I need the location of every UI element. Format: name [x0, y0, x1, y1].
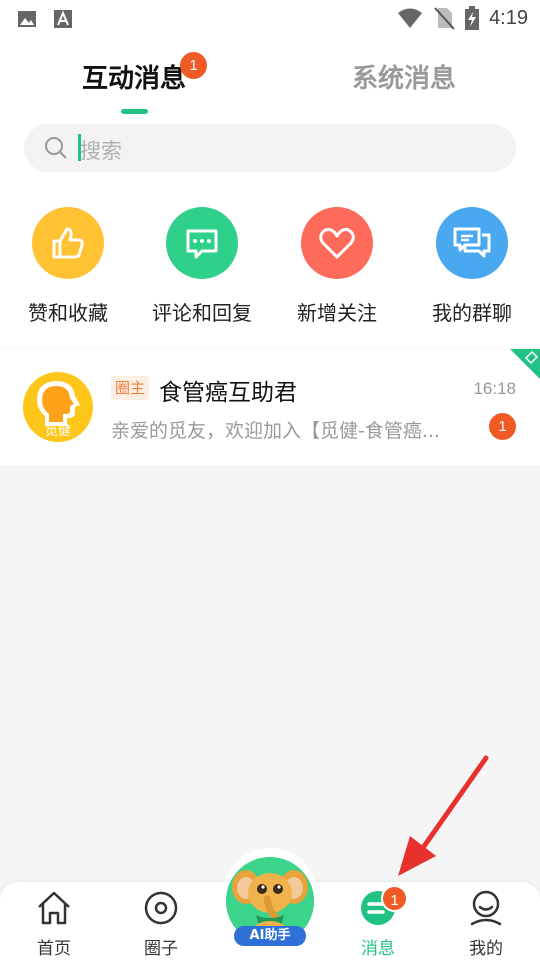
annotation-arrow [398, 755, 489, 876]
avatar-text: 觅健 [44, 424, 71, 439]
action-label: 新增关注 [297, 301, 377, 325]
wifi-icon [398, 8, 423, 28]
search-icon [45, 137, 67, 159]
circle-icon [144, 891, 178, 925]
list-item[interactable]: 觅健 圈主 食管癌互助君 16:18 亲爱的觅友，欢迎加入【觅健-食管癌... … [0, 349, 540, 465]
comment-icon [186, 229, 218, 259]
tab-system-messages[interactable]: 系统消息 [352, 58, 456, 95]
comments-and-replies-button[interactable]: 评论和回复 [142, 207, 262, 326]
active-tab-indicator [121, 109, 148, 114]
profile-icon [470, 890, 502, 926]
nav-home[interactable]: 首页 [14, 888, 94, 959]
image-icon [18, 11, 36, 27]
thumbs-up-icon [52, 227, 84, 259]
tab-interactive-messages[interactable]: 互动消息 [82, 58, 186, 95]
heart-icon [319, 227, 355, 259]
nav-profile[interactable]: 我的 [446, 888, 526, 959]
nav-label: 首页 [37, 939, 71, 959]
nav-label: 消息 [361, 939, 395, 959]
text-icon [54, 10, 72, 28]
nav-unread-badge: 1 [381, 885, 408, 912]
action-label: 赞和收藏 [28, 301, 108, 325]
search-placeholder: 搜索 [80, 139, 122, 163]
battery-charging-icon [465, 6, 480, 30]
action-label: 评论和回复 [152, 301, 252, 325]
conversation-title: 食管癌互助君 [159, 380, 297, 406]
unread-badge: 1 [489, 413, 516, 440]
status-bar: 4:19 [0, 0, 540, 38]
likes-and-favorites-button[interactable]: 赞和收藏 [8, 207, 128, 326]
pin-icon [510, 349, 540, 379]
clock: 4:19 [489, 6, 528, 29]
new-followers-button[interactable]: 新增关注 [277, 207, 397, 326]
owner-tag: 圈主 [111, 376, 150, 400]
nav-label: 圈子 [144, 939, 178, 959]
avatar: 觅健 [23, 372, 93, 442]
action-label: 我的群聊 [432, 301, 512, 325]
message-preview: 亲爱的觅友，欢迎加入【觅健-食管癌... [111, 420, 440, 442]
ai-assistant-label: AI助手 [234, 926, 306, 946]
group-chat-icon [453, 227, 491, 258]
no-sim-icon [434, 7, 455, 30]
nav-circles[interactable]: 圈子 [121, 888, 201, 959]
tab-unread-badge: 1 [180, 52, 207, 79]
home-icon [38, 891, 70, 925]
nav-label: 我的 [469, 939, 503, 959]
message-time: 16:18 [473, 379, 516, 398]
my-group-chats-button[interactable]: 我的群聊 [412, 207, 532, 326]
